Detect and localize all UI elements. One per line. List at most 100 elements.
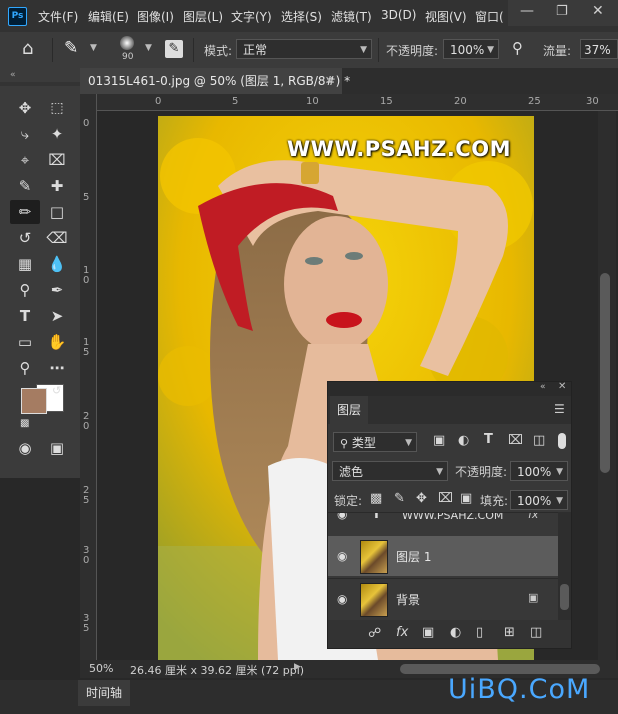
hand-tool-icon[interactable]: ✋ (44, 330, 70, 354)
flow-input[interactable]: 37% (580, 39, 618, 59)
menu-window[interactable]: 窗口( (475, 8, 504, 25)
photoshop-logo[interactable]: Ps (8, 7, 27, 26)
layer-row-text[interactable]: ◉ T WWW.PSAHZ.COM fx (328, 512, 558, 531)
foreground-color-swatch[interactable] (21, 388, 47, 414)
brush-tip-icon[interactable] (120, 36, 134, 50)
crop-tool-icon[interactable]: ⌖ (12, 148, 38, 172)
menu-filter[interactable]: 滤镜(T) (331, 8, 372, 25)
menu-select[interactable]: 选择(S) (281, 8, 322, 25)
collapse-panel-icon[interactable]: « (10, 70, 16, 80)
eyedropper-tool-icon[interactable]: ✎ (12, 174, 38, 198)
mode-select[interactable]: 正常 ▼ (236, 39, 372, 59)
link-layers-icon[interactable]: ☍ (368, 626, 381, 641)
type-tool-icon[interactable]: T (12, 304, 38, 328)
document-tab[interactable]: 01315L461-0.jpg @ 50% (图层 1, RGB/8#) * ✕ (80, 68, 350, 94)
swap-colors-icon[interactable]: ↺ (52, 384, 61, 397)
horizontal-scrollbar-thumb[interactable] (400, 664, 600, 674)
chevron-down-icon[interactable]: ▼ (145, 43, 152, 53)
zoom-level[interactable]: 50% (89, 662, 113, 675)
visibility-eye-icon[interactable]: ◉ (337, 592, 347, 606)
document-size-info[interactable]: 26.46 厘米 x 39.62 厘米 (72 ppi) (130, 662, 304, 678)
magic-wand-tool-icon[interactable]: ✦ (44, 122, 70, 146)
fill-input[interactable]: 100% ▼ (510, 490, 568, 510)
opacity-input[interactable]: 100% ▼ (443, 39, 499, 59)
pressure-opacity-icon[interactable]: ⚲ (512, 39, 523, 57)
close-panel-icon[interactable]: ✕ (558, 381, 566, 392)
more-tools-icon[interactable]: ⋯ (44, 356, 70, 380)
menu-view[interactable]: 视图(V) (425, 8, 467, 25)
panel-menu-icon[interactable]: ☰ (554, 402, 565, 416)
image-filter-icon[interactable]: ▣ (433, 433, 445, 448)
fx-icon[interactable]: fx (396, 625, 408, 640)
blur-tool-icon[interactable]: 💧 (44, 252, 70, 276)
layer-row-selected[interactable]: ◉ 图层 1 (328, 536, 558, 576)
visibility-eye-icon[interactable]: ◉ (337, 549, 347, 563)
eraser-tool-icon[interactable]: ⌫ (44, 226, 70, 250)
menu-image[interactable]: 图像(I) (137, 8, 174, 25)
healing-brush-tool-icon[interactable]: ✚ (44, 174, 70, 198)
tab-timeline[interactable]: 时间轴 (78, 680, 130, 706)
adjustment-layer-icon[interactable]: ◐ (450, 625, 461, 640)
dodge-tool-icon[interactable]: ⚲ (12, 278, 38, 302)
lock-position-icon[interactable]: ✥ (416, 491, 427, 506)
frame-tool-icon[interactable]: ⌧ (44, 148, 70, 172)
trash-icon[interactable]: ◫ (530, 625, 542, 640)
close-tab-icon[interactable]: ✕ (325, 68, 334, 94)
add-mask-icon[interactable]: ▣ (422, 625, 434, 640)
scrollbar-thumb[interactable] (600, 273, 610, 473)
default-colors-icon[interactable]: ▩ (20, 418, 29, 429)
menu-edit[interactable]: 编辑(E) (88, 8, 129, 25)
history-brush-tool-icon[interactable]: ↺ (12, 226, 38, 250)
tab-layers[interactable]: 图层 (330, 396, 368, 424)
layers-scrollbar[interactable] (558, 512, 571, 620)
gradient-tool-icon[interactable]: ▦ (12, 252, 38, 276)
fx-icon[interactable]: fx (528, 513, 538, 521)
menu-3d[interactable]: 3D(D) (381, 8, 416, 22)
clone-stamp-tool-icon[interactable]: □ (44, 200, 70, 224)
zoom-tool-icon[interactable]: ⚲ (12, 356, 38, 380)
flow-label: 流量: (543, 44, 572, 58)
visibility-eye-icon[interactable]: ◉ (337, 513, 347, 521)
menu-file[interactable]: 文件(F) (38, 8, 78, 25)
folder-icon[interactable]: ▯ (476, 625, 483, 640)
rectangle-tool-icon[interactable]: ▭ (12, 330, 38, 354)
restore-icon[interactable]: ❐ (556, 4, 568, 19)
home-icon[interactable]: ⌂ (22, 38, 33, 59)
marquee-tool-icon[interactable]: ⬚ (44, 96, 70, 120)
menu-type[interactable]: 文字(Y) (231, 8, 272, 25)
type-filter-icon[interactable]: T (484, 432, 493, 447)
new-layer-icon[interactable]: ⊞ (504, 625, 515, 640)
brush-settings-icon[interactable]: ✎ (165, 40, 183, 58)
scrollbar-thumb[interactable] (560, 584, 569, 610)
layer-row-background[interactable]: ◉ 背景 ▣ (328, 578, 558, 619)
brush-preset-icon[interactable]: ✎ (64, 38, 78, 58)
menu-layer[interactable]: 图层(L) (183, 8, 223, 25)
move-tool-icon[interactable]: ✥ (12, 96, 38, 120)
chevron-right-icon[interactable]: ▶ (294, 662, 301, 672)
close-icon[interactable]: ✕ (592, 3, 604, 19)
lock-all-icon[interactable]: ▣ (460, 491, 472, 506)
smart-object-filter-icon[interactable]: ◫ (533, 433, 545, 448)
layer-opacity-input[interactable]: 100% ▼ (510, 461, 568, 481)
ruler-label: 0 (155, 96, 162, 107)
vertical-ruler[interactable]: 0 5 1 0 1 5 2 0 2 5 3 0 3 5 (80, 94, 97, 660)
chevron-down-icon[interactable]: ▼ (90, 43, 97, 53)
brush-tool-icon[interactable]: ✏ (10, 200, 40, 224)
lock-transparency-icon[interactable]: ▩ (370, 491, 382, 506)
lasso-tool-icon[interactable]: ⤷ (12, 122, 38, 146)
blend-mode-select[interactable]: 滤色 ▼ (332, 461, 448, 481)
horizontal-ruler[interactable]: 0 0 5 10 15 20 25 30 (80, 94, 618, 111)
lock-artboard-icon[interactable]: ⌧ (438, 491, 453, 506)
layer-filter-select[interactable]: ⚲ 类型 ▼ (333, 432, 417, 452)
filter-toggle[interactable] (558, 433, 566, 449)
pen-tool-icon[interactable]: ✒ (44, 278, 70, 302)
adjustment-filter-icon[interactable]: ◐ (458, 433, 469, 448)
shape-filter-icon[interactable]: ⌧ (508, 433, 523, 448)
quick-mask-icon[interactable]: ◉ (12, 436, 38, 460)
minimize-icon[interactable]: — (520, 3, 534, 19)
lock-pixels-icon[interactable]: ✎ (394, 491, 405, 506)
collapse-panel-icon[interactable]: « (540, 382, 546, 392)
screen-mode-icon[interactable]: ▣ (44, 436, 70, 460)
toolbar-grip (0, 82, 80, 86)
path-selection-tool-icon[interactable]: ➤ (44, 304, 70, 328)
